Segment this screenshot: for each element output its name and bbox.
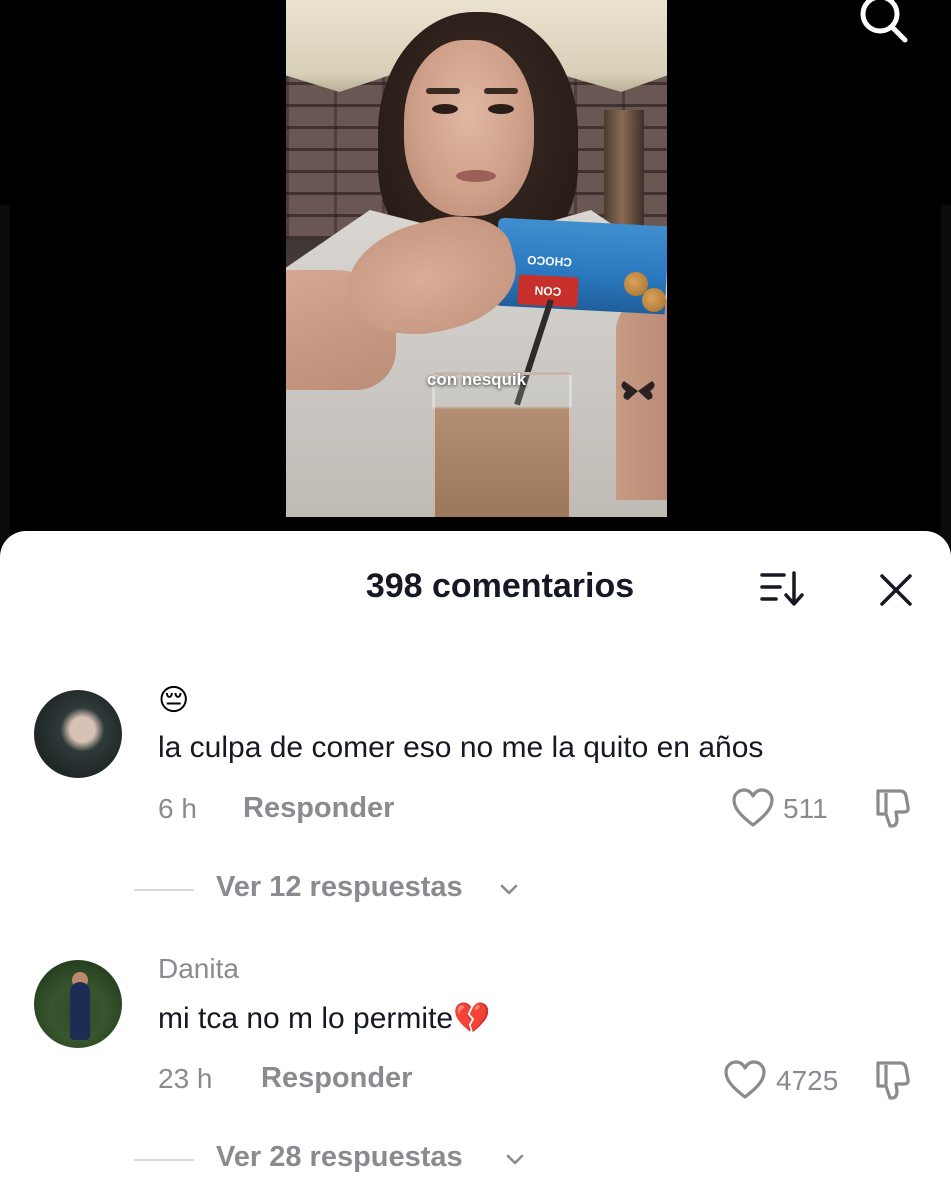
video-person-mouth [456,170,496,182]
replies-divider [134,1159,194,1161]
like-button[interactable] [730,787,776,834]
thumbs-down-icon [876,789,910,828]
video-frame[interactable]: CON CHOCO con nesquik [286,0,667,517]
view-replies-button[interactable]: Ver 12 respuestas [134,869,734,909]
video-caption: con nesquik [426,370,527,389]
comment-item: Danita mi tca no m lo permite💔 23 h Resp… [0,951,951,1200]
thumbs-down-icon [876,1061,910,1100]
avatar[interactable] [34,690,122,778]
reply-button[interactable]: Responder [261,1062,412,1095]
comment-item: 😔 la culpa de comer eso no me la quito e… [0,681,951,921]
sort-comments-button[interactable] [758,569,808,609]
chevron-down-icon [506,1154,524,1165]
comments-count-title: 398 comentarios [365,567,635,605]
chevron-down-icon [500,884,518,895]
heart-icon [732,788,774,827]
like-button[interactable] [722,1059,768,1106]
close-icon [880,574,912,606]
comment-text: la culpa de comer eso no me la quito en … [158,731,764,764]
comment-text: mi tca no m lo permite💔 [158,1002,491,1035]
heart-icon [724,1060,766,1099]
video-person-eye [488,104,514,114]
view-replies-label: Ver 12 respuestas [216,871,463,903]
comment-timestamp: 6 h [158,793,197,824]
search-icon [860,0,908,43]
close-comments-button[interactable] [872,569,920,613]
like-count: 4725 [776,1065,839,1096]
comment-username[interactable]: Danita [158,953,239,985]
comments-header: 398 comentarios [0,531,951,641]
video-person-brow [484,88,518,94]
avatar[interactable] [34,960,122,1048]
comment-timestamp: 23 h [158,1063,213,1094]
sort-icon [760,571,804,606]
view-replies-button[interactable]: Ver 28 respuestas [134,1139,734,1179]
video-person-eye [432,104,458,114]
view-replies-label: Ver 28 respuestas [216,1141,463,1173]
video-person-face [404,40,534,216]
dislike-button[interactable] [872,1057,918,1103]
cookie [642,288,666,312]
video-glass [432,372,572,517]
video-pipe [604,110,644,230]
video-area[interactable]: CON CHOCO con nesquik [0,0,951,560]
reply-button[interactable]: Responder [243,792,394,825]
side-panel-right [941,205,951,545]
dislike-button[interactable] [872,785,918,831]
side-panel-left [0,205,10,545]
comments-sheet: 398 comentarios 😔 la culpa de comer eso … [0,531,951,1200]
avatar-figure-body [70,982,90,1040]
replies-divider [134,889,194,891]
like-count: 511 [783,793,828,824]
comment-emoji: 😔 [158,684,190,717]
search-button[interactable] [855,0,911,44]
video-person-brow [426,88,460,94]
